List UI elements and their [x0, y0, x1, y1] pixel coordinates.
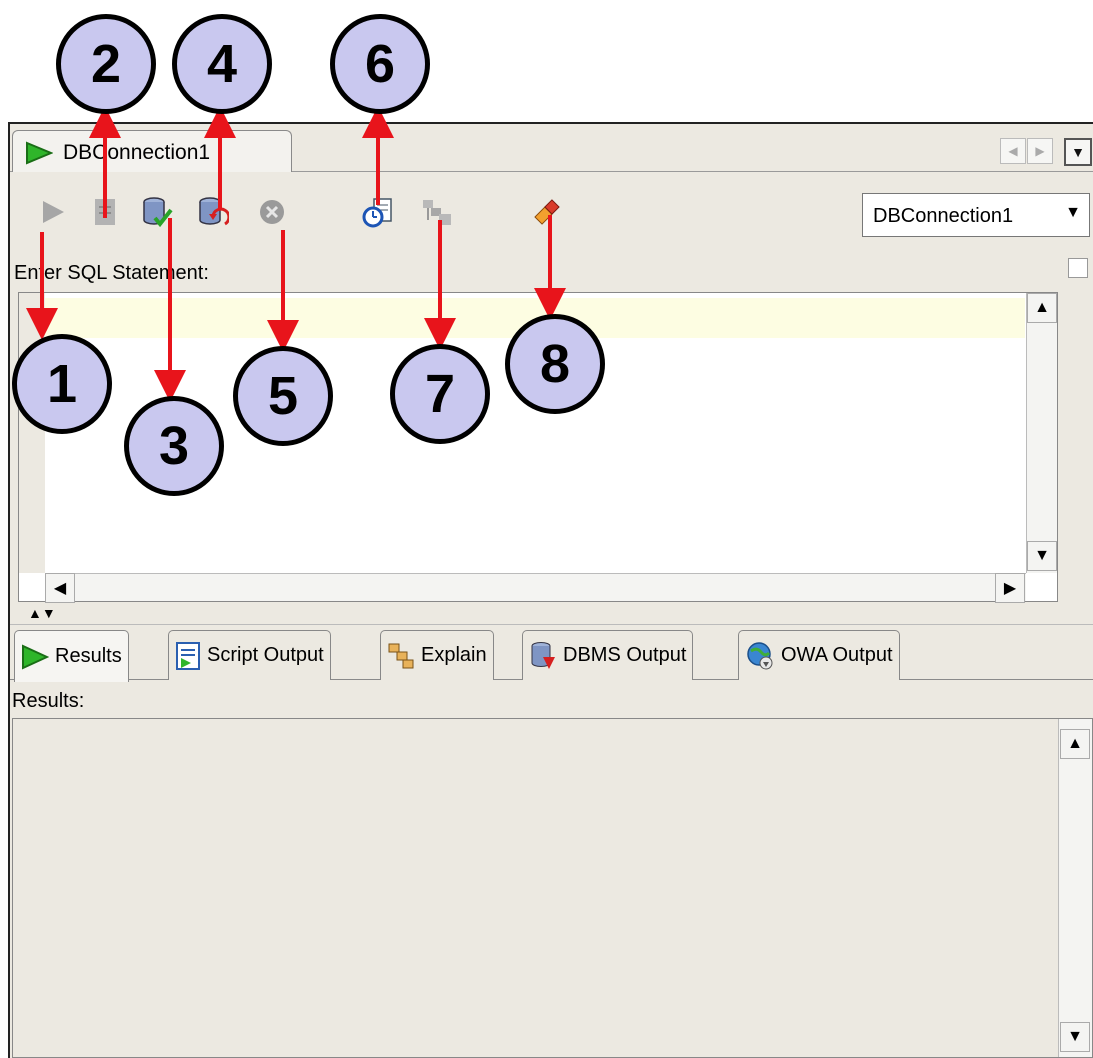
callout-6: 6: [330, 14, 430, 114]
callout-3: 3: [124, 396, 224, 496]
callout-7: 7: [390, 344, 490, 444]
callout-8: 8: [505, 314, 605, 414]
callout-4: 4: [172, 14, 272, 114]
callout-2: 2: [56, 14, 156, 114]
annotation-arrows: [26, 106, 566, 402]
callout-5: 5: [233, 346, 333, 446]
callout-1: 1: [12, 334, 112, 434]
